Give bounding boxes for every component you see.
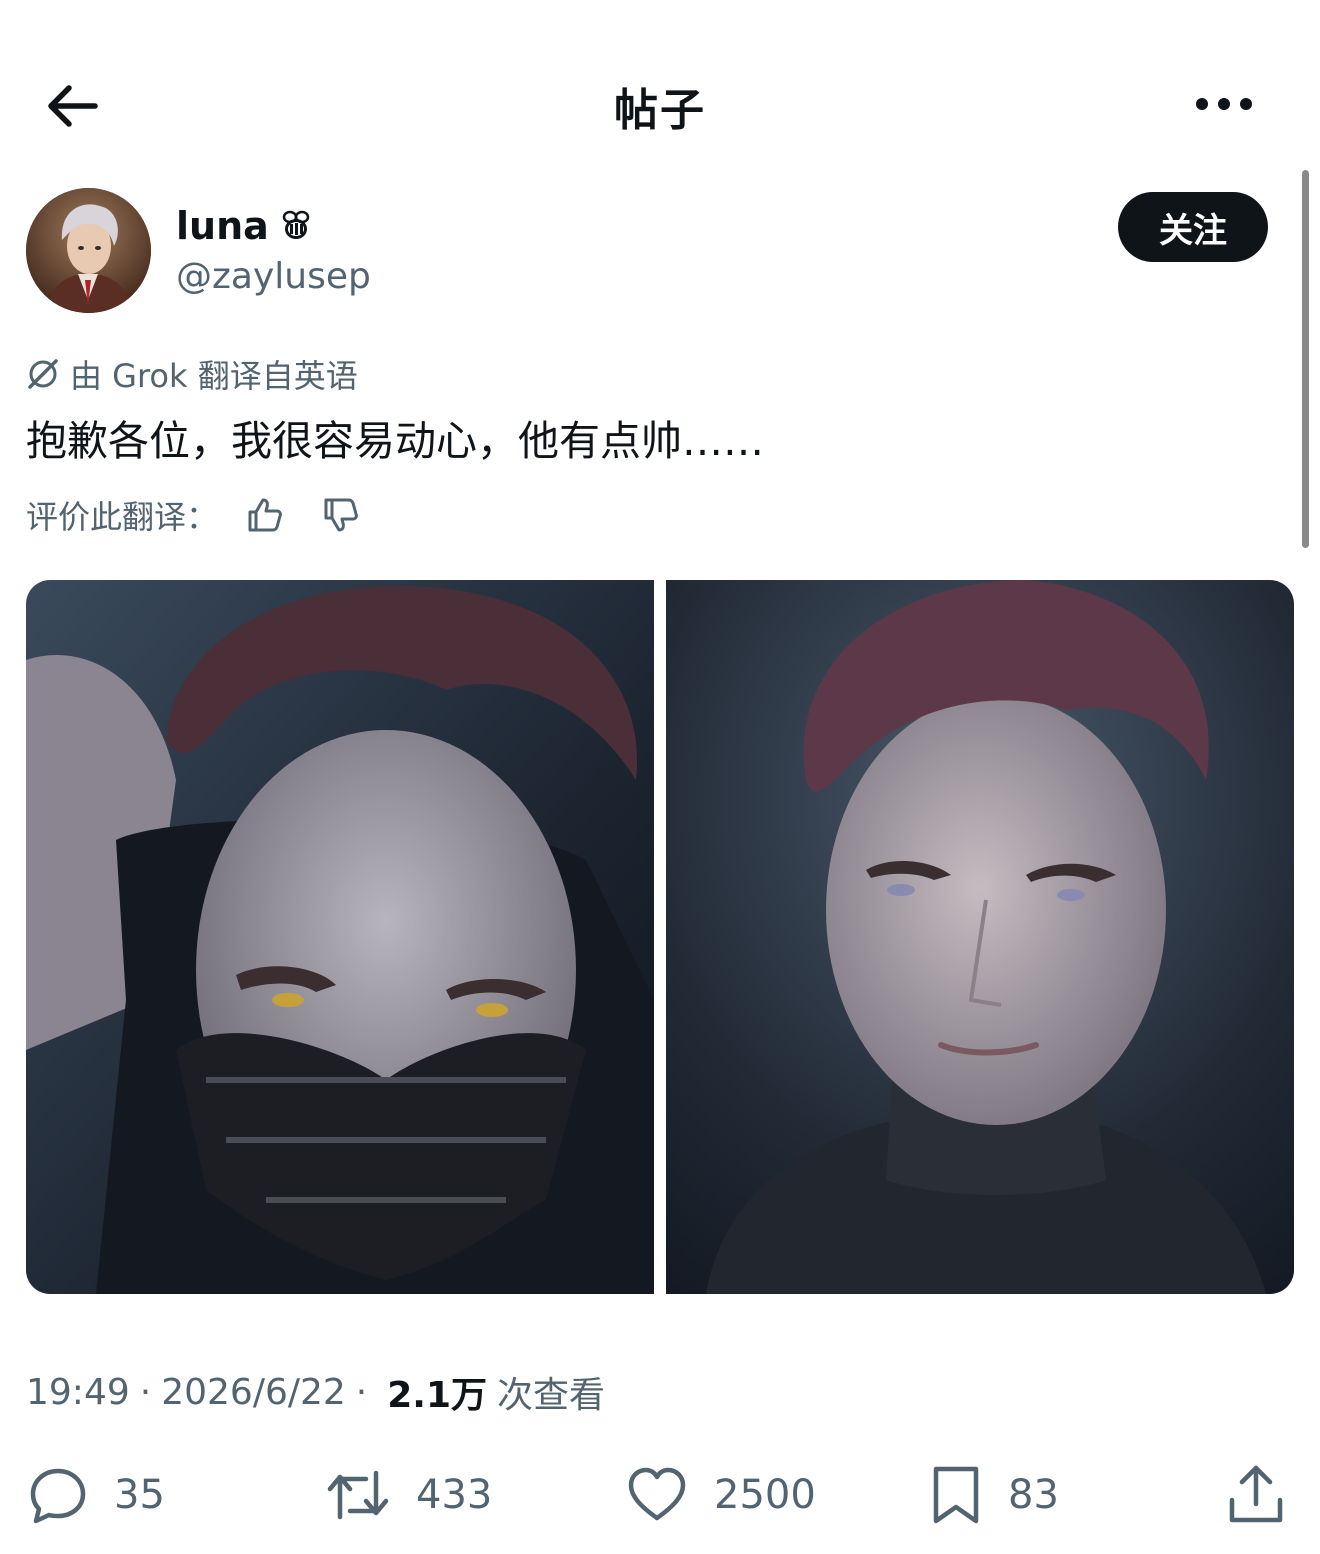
scrollbar[interactable] bbox=[1302, 170, 1309, 548]
repost-count: 433 bbox=[416, 1472, 493, 1518]
translation-note: 由 Grok 翻译自英语 bbox=[26, 352, 358, 396]
rate-label: 评价此翻译： bbox=[26, 498, 219, 536]
reply-icon bbox=[30, 1468, 86, 1524]
repost-button[interactable]: 433 bbox=[326, 1460, 492, 1530]
bookmark-count: 83 bbox=[1008, 1472, 1059, 1518]
post-date[interactable]: 2026/6/22 bbox=[161, 1372, 346, 1413]
thumbs-down-button[interactable] bbox=[318, 492, 364, 538]
reply-count: 35 bbox=[114, 1472, 165, 1518]
photo-character-portrait bbox=[666, 580, 1294, 1294]
post-photo-2[interactable] bbox=[666, 580, 1294, 1294]
more-button[interactable] bbox=[1192, 88, 1256, 120]
post-text: 抱歉各位，我很容易动心，他有点帅…… bbox=[26, 417, 764, 465]
post-meta: 19:49 · 2026/6/22 · 2.1万 次查看 bbox=[26, 1366, 606, 1418]
author-name[interactable]: luna bbox=[176, 204, 313, 248]
thumbs-down-icon bbox=[324, 498, 358, 532]
like-count: 2500 bbox=[714, 1472, 816, 1518]
post-actions: 35 433 2500 83 bbox=[0, 1460, 1320, 1530]
avatar[interactable] bbox=[26, 188, 151, 313]
post-author: luna @zaylusep 关注 bbox=[26, 188, 1276, 316]
page-title: 帖子 bbox=[614, 85, 706, 136]
post-time[interactable]: 19:49 bbox=[26, 1372, 130, 1413]
thumbs-up-button[interactable] bbox=[242, 492, 288, 538]
post-media bbox=[26, 580, 1294, 1294]
grok-icon bbox=[28, 359, 58, 389]
author-name-text: luna bbox=[176, 204, 269, 248]
share-button[interactable] bbox=[1226, 1460, 1286, 1530]
heart-icon bbox=[628, 1467, 686, 1521]
meta-separator: · bbox=[355, 1371, 368, 1413]
follow-button[interactable]: 关注 bbox=[1118, 192, 1268, 262]
thumbs-up-icon bbox=[248, 498, 282, 532]
rate-translation: 评价此翻译： bbox=[26, 492, 364, 538]
top-bar: 帖子 bbox=[0, 40, 1320, 165]
post-photo-1[interactable] bbox=[26, 580, 654, 1294]
user-avatar-icon bbox=[26, 188, 151, 313]
repost-icon bbox=[327, 1470, 389, 1520]
more-horizontal-icon bbox=[1196, 98, 1252, 110]
photo-masked-character bbox=[26, 580, 654, 1294]
reply-button[interactable]: 35 bbox=[28, 1460, 165, 1530]
translation-note-text: 由 Grok 翻译自英语 bbox=[70, 357, 358, 395]
share-icon bbox=[1229, 1465, 1283, 1523]
author-handle[interactable]: @zaylusep bbox=[176, 256, 371, 297]
bookmark-icon bbox=[933, 1466, 979, 1524]
like-button[interactable]: 2500 bbox=[626, 1460, 816, 1530]
meta-separator: · bbox=[139, 1371, 152, 1413]
views-label: 次查看 bbox=[497, 1375, 606, 1416]
bee-emoji-icon bbox=[282, 210, 310, 239]
views-count[interactable]: 2.1万 bbox=[387, 1366, 487, 1418]
bookmark-button[interactable]: 83 bbox=[930, 1460, 1059, 1530]
